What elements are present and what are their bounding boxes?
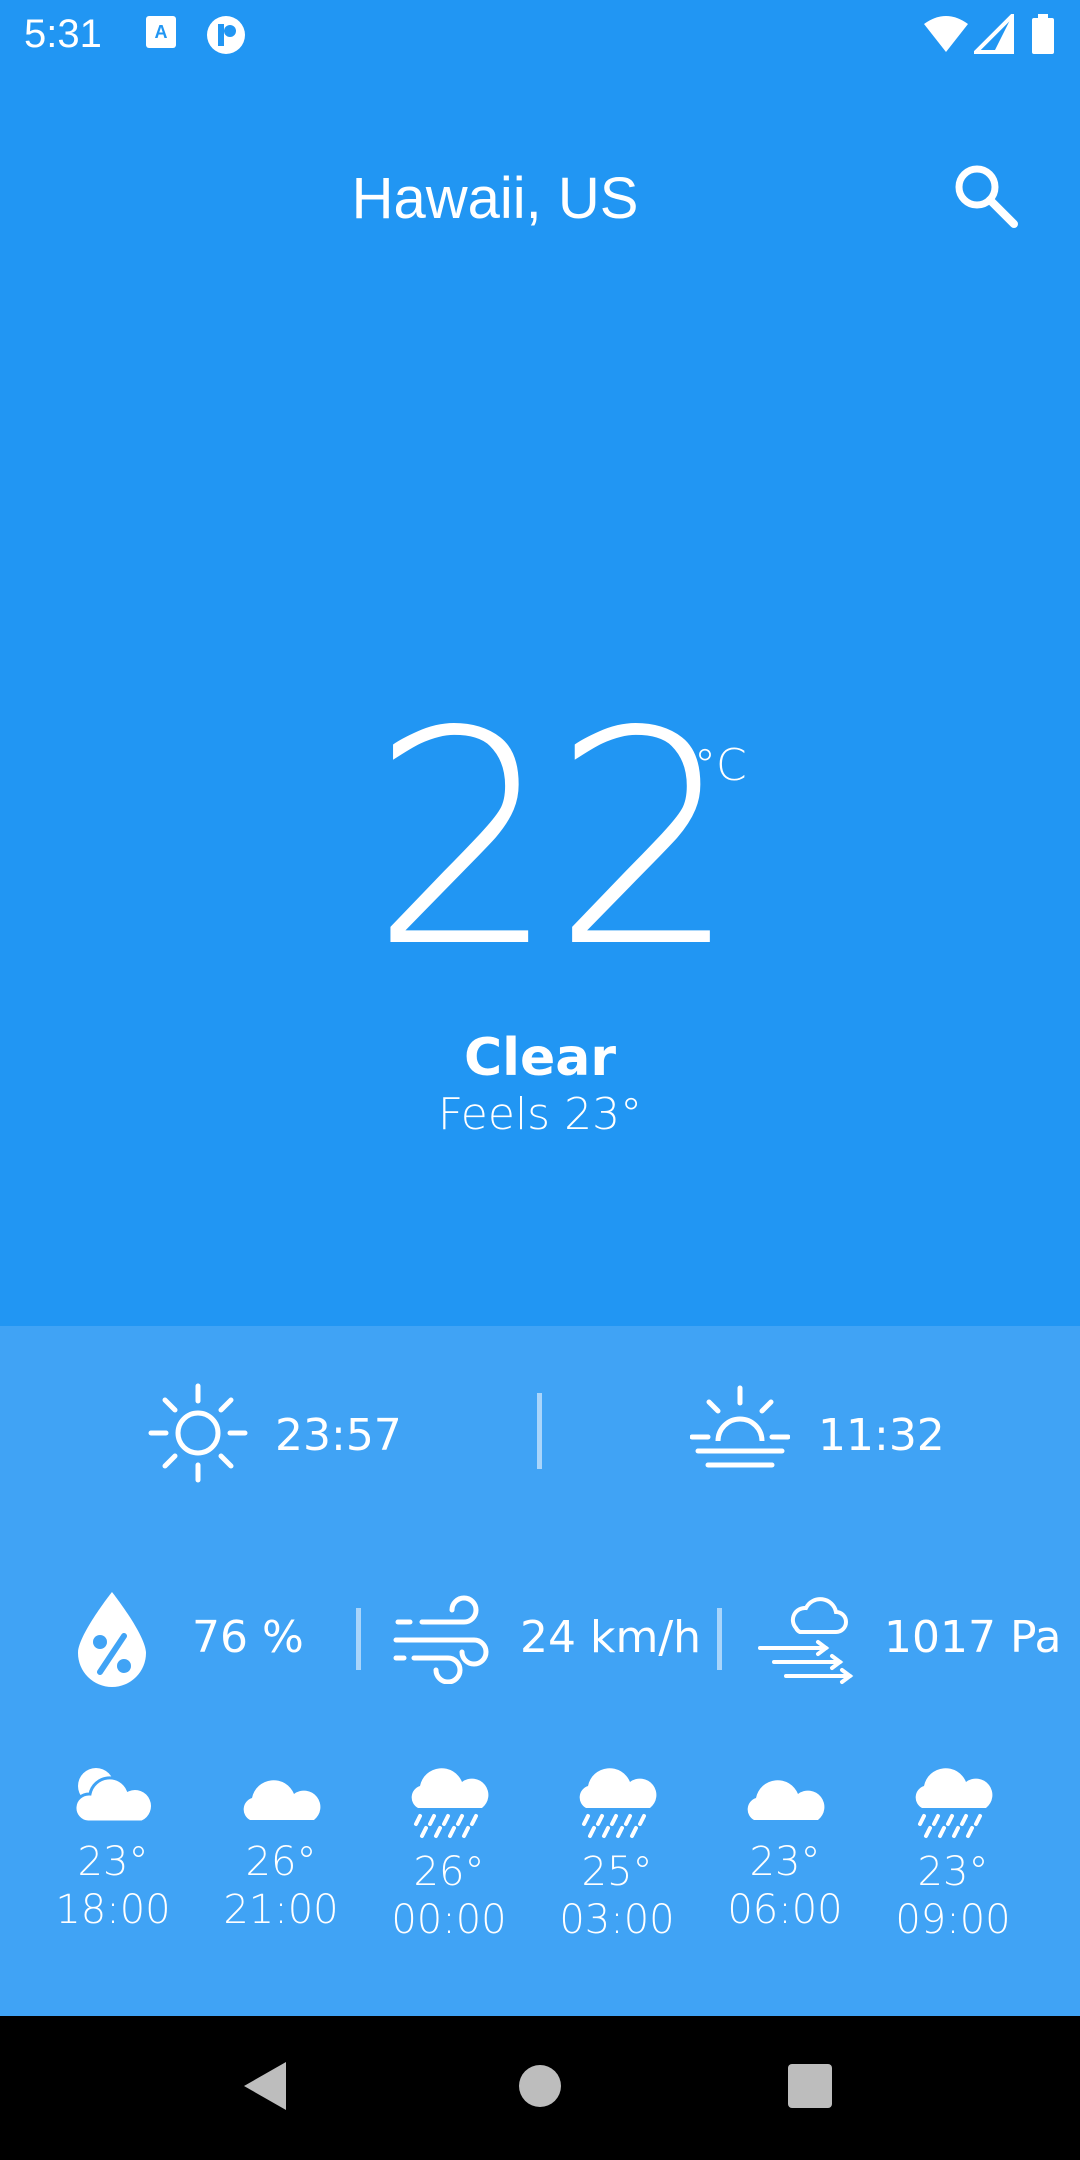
rain-icon bbox=[579, 1768, 657, 1838]
hourly-temp: 23° bbox=[917, 1849, 989, 1895]
temperature-unit: °C bbox=[694, 740, 747, 791]
feels-like: Feels 23° bbox=[437, 1089, 643, 1140]
status-bar: 5:31 A bbox=[0, 0, 1080, 72]
hourly-item[interactable]: 26° 21:00 bbox=[196, 1760, 366, 1934]
wind-value: 24 km/h bbox=[520, 1612, 702, 1663]
signal-icon bbox=[974, 14, 1014, 54]
hourly-temp: 23° bbox=[77, 1839, 149, 1885]
hourly-time: 00:00 bbox=[391, 1897, 507, 1943]
hourly-item[interactable]: 25° 03:00 bbox=[532, 1760, 702, 1944]
home-icon[interactable] bbox=[518, 2064, 562, 2108]
divider bbox=[356, 1608, 361, 1670]
svg-text:A: A bbox=[155, 22, 168, 42]
wind-icon bbox=[393, 1595, 489, 1684]
hourly-time: 06:00 bbox=[727, 1887, 843, 1933]
rain-icon bbox=[411, 1768, 489, 1838]
hourly-item[interactable]: 23° 06:00 bbox=[700, 1760, 870, 1934]
pressure-icon bbox=[758, 1597, 854, 1684]
divider bbox=[537, 1393, 542, 1469]
search-icon[interactable] bbox=[950, 160, 1020, 230]
hourly-item[interactable]: 23° 09:00 bbox=[868, 1760, 1038, 1944]
hourly-item[interactable]: 26° 00:00 bbox=[364, 1760, 534, 1944]
rain-icon bbox=[915, 1768, 993, 1838]
sunrise-time: 23:57 bbox=[275, 1410, 402, 1461]
hourly-item[interactable]: 23° 18:00 bbox=[28, 1760, 198, 1934]
pressure-value: 1017 Pa bbox=[884, 1612, 1062, 1663]
humidity-icon bbox=[78, 1592, 146, 1687]
hourly-time: 21:00 bbox=[223, 1887, 339, 1933]
recents-icon[interactable] bbox=[787, 2063, 833, 2109]
hourly-temp: 26° bbox=[245, 1839, 317, 1885]
hourly-temp: 23° bbox=[749, 1839, 821, 1885]
sunset-icon bbox=[690, 1385, 790, 1468]
current-temperature: 22 bbox=[370, 668, 739, 1012]
hourly-time: 09:00 bbox=[895, 1897, 1011, 1943]
location-title[interactable]: Hawaii, US bbox=[0, 165, 990, 232]
status-time: 5:31 bbox=[24, 12, 102, 56]
sunrise-icon bbox=[148, 1383, 248, 1483]
hourly-time: 18:00 bbox=[55, 1887, 171, 1933]
hourly-time: 03:00 bbox=[559, 1897, 675, 1943]
cloud-icon bbox=[243, 1780, 321, 1820]
hourly-temp: 25° bbox=[581, 1849, 653, 1895]
weather-condition: Clear bbox=[464, 1028, 616, 1088]
app-notification-icon-2 bbox=[207, 16, 245, 54]
cloud-sun-icon bbox=[73, 1768, 154, 1824]
wifi-icon bbox=[924, 16, 968, 52]
sunset-time: 11:32 bbox=[818, 1410, 945, 1461]
back-icon[interactable] bbox=[242, 2060, 288, 2112]
battery-icon bbox=[1032, 14, 1054, 54]
navigation-bar bbox=[0, 2016, 1080, 2160]
hourly-temp: 26° bbox=[413, 1849, 485, 1895]
divider bbox=[717, 1608, 722, 1670]
cloud-icon bbox=[747, 1780, 825, 1820]
humidity-value: 76 % bbox=[192, 1612, 304, 1663]
app-notification-icon: A bbox=[146, 16, 176, 48]
